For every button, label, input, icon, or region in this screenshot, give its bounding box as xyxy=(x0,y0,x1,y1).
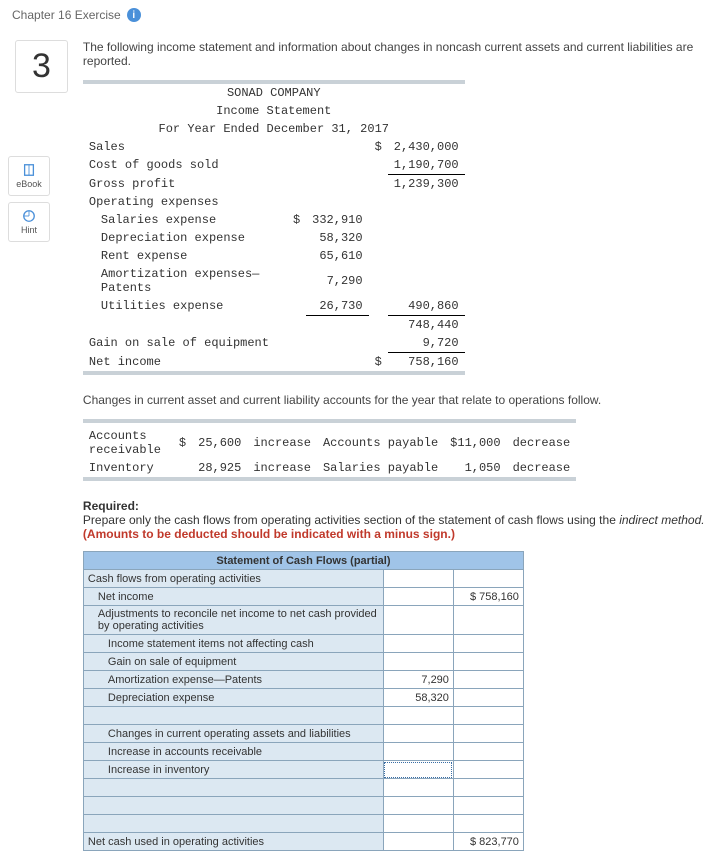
scf-net-income-val[interactable]: $ 758,160 xyxy=(453,588,523,606)
ap-direction: decrease xyxy=(507,427,577,459)
required-body: Prepare only the cash flows from operati… xyxy=(83,513,619,527)
scf-net-cash-val[interactable]: $ 823,770 xyxy=(453,833,523,851)
scf-inv[interactable]: Increase in inventory xyxy=(83,761,383,779)
book-icon xyxy=(22,163,36,177)
opex-total: 490,860 xyxy=(388,297,465,316)
intro-text: The following income statement and infor… xyxy=(83,40,707,68)
question-number: 3 xyxy=(15,40,68,93)
statement-period: For Year Ended December 31, 2017 xyxy=(83,120,465,138)
cash-flow-statement: Statement of Cash Flows (partial) Cash f… xyxy=(83,551,524,851)
depreciation-value: 58,320 xyxy=(306,229,368,247)
scf-dep[interactable]: Depreciation expense xyxy=(83,689,383,707)
gp-value: 1,239,300 xyxy=(388,175,465,194)
sales-value: 2,430,000 xyxy=(388,138,465,156)
scf-noncash[interactable]: Income statement items not affecting cas… xyxy=(83,635,383,653)
scf-net-cash[interactable]: Net cash used in operating activities xyxy=(83,833,383,851)
income-statement-table: SONAD COMPANY Income Statement For Year … xyxy=(83,80,465,379)
sidebar: eBook Hint xyxy=(8,156,50,242)
header-title: Chapter 16 Exercise xyxy=(12,8,121,22)
ebook-button[interactable]: eBook xyxy=(8,156,50,196)
inv-label: Inventory xyxy=(83,459,173,479)
gain-label: Gain on sale of equipment xyxy=(83,334,275,353)
scf-gain[interactable]: Gain on sale of equipment xyxy=(83,653,383,671)
ap-label: Accounts payable xyxy=(317,427,444,459)
ap-value: $11,000 xyxy=(444,427,506,459)
cogs-label: Cost of goods sold xyxy=(83,156,275,175)
required-method: indirect method. xyxy=(619,513,704,527)
statement-title: Income Statement xyxy=(83,102,465,120)
ar-label: Accounts receivable xyxy=(83,427,173,459)
scf-title: Statement of Cash Flows (partial) xyxy=(83,552,523,570)
scf-dep-val[interactable]: 58,320 xyxy=(383,689,453,707)
ni-label: Net income xyxy=(83,353,275,374)
scf-active-input[interactable] xyxy=(383,761,453,779)
opex-label: Operating expenses xyxy=(83,193,275,211)
sp-label: Salaries payable xyxy=(317,459,444,479)
hint-icon xyxy=(22,209,36,223)
scf-row1[interactable]: Cash flows from operating activities xyxy=(83,570,383,588)
rent-label: Rent expense xyxy=(83,247,275,265)
inv-direction: increase xyxy=(247,459,317,479)
scf-amort-val[interactable]: 7,290 xyxy=(383,671,453,689)
ni-value: 758,160 xyxy=(388,353,465,374)
utilities-value: 26,730 xyxy=(306,297,368,316)
page-header: Chapter 16 Exercise i xyxy=(0,0,722,30)
sales-label: Sales xyxy=(83,138,275,156)
changes-table: Accounts receivable $ 25,600 increase Ac… xyxy=(83,419,576,485)
ar-direction: increase xyxy=(247,427,317,459)
cogs-value: 1,190,700 xyxy=(388,156,465,175)
sp-value: 1,050 xyxy=(444,459,506,479)
ar-value: 25,600 xyxy=(192,427,247,459)
gain-value: 9,720 xyxy=(388,334,465,353)
scf-adjustments[interactable]: Adjustments to reconcile net income to n… xyxy=(83,606,383,635)
salaries-value: 332,910 xyxy=(306,211,368,229)
inv-value: 28,925 xyxy=(192,459,247,479)
info-icon[interactable]: i xyxy=(127,8,141,22)
company-name: SONAD COMPANY xyxy=(83,82,465,102)
amort-value: 7,290 xyxy=(306,265,368,297)
rent-value: 65,610 xyxy=(306,247,368,265)
scf-net-income[interactable]: Net income xyxy=(83,588,383,606)
required-warning: (Amounts to be deducted should be indica… xyxy=(83,527,455,541)
amort-label: Amortization expenses—Patents xyxy=(83,265,275,297)
gp-label: Gross profit xyxy=(83,175,275,194)
scf-amort[interactable]: Amortization expense—Patents xyxy=(83,671,383,689)
salaries-label: Salaries expense xyxy=(83,211,275,229)
hint-button[interactable]: Hint xyxy=(8,202,50,242)
subtotal-value: 748,440 xyxy=(388,316,465,335)
required-section: Required: Prepare only the cash flows fr… xyxy=(83,499,707,541)
utilities-label: Utilities expense xyxy=(83,297,275,316)
sp-direction: decrease xyxy=(507,459,577,479)
currency-symbol: $ xyxy=(369,138,388,156)
depreciation-label: Depreciation expense xyxy=(83,229,275,247)
required-head: Required: xyxy=(83,499,139,513)
changes-intro: Changes in current asset and current lia… xyxy=(83,393,707,407)
scf-changes[interactable]: Changes in current operating assets and … xyxy=(83,725,383,743)
scf-ar[interactable]: Increase in accounts receivable xyxy=(83,743,383,761)
